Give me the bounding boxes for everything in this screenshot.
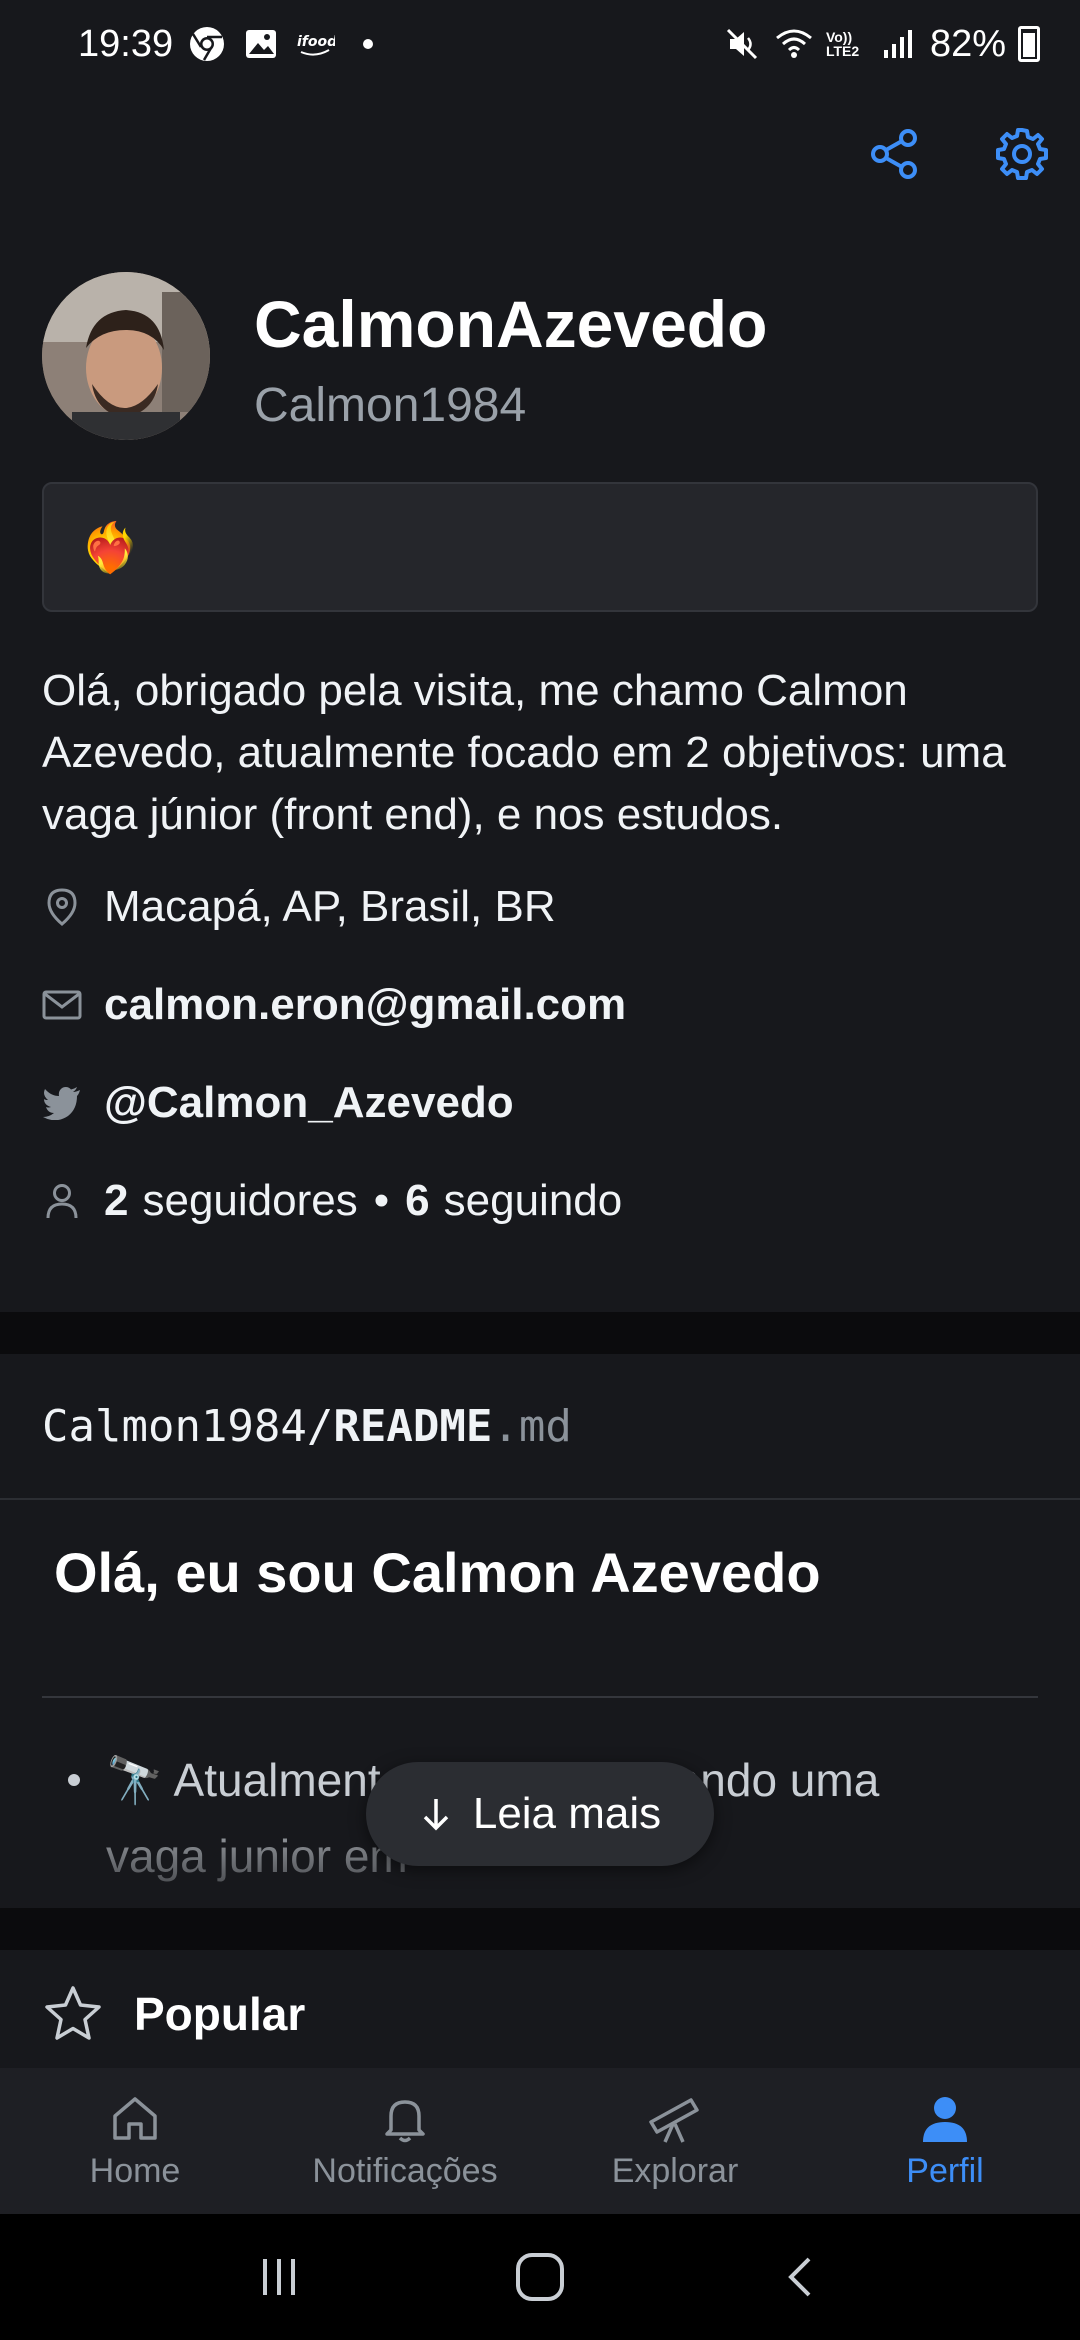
- battery-percent: 82%: [929, 22, 1006, 65]
- email-link[interactable]: calmon.eron@gmail.com: [104, 980, 626, 1030]
- home-icon: [113, 2096, 157, 2140]
- mail-icon: [42, 985, 82, 1025]
- followers-count[interactable]: 2: [104, 1176, 128, 1226]
- person-icon: [923, 2096, 967, 2142]
- nav-explore[interactable]: Explorar: [540, 2068, 810, 2214]
- location-icon: [42, 887, 82, 927]
- profile-actions: [860, 120, 1056, 188]
- nav-notifications[interactable]: Notificações: [270, 2068, 540, 2214]
- ifood-icon: ifood: [297, 34, 335, 56]
- read-more-button[interactable]: Leia mais: [366, 1762, 714, 1866]
- read-more-label: Leia mais: [472, 1789, 662, 1838]
- following-label[interactable]: seguindo: [444, 1176, 623, 1226]
- volte-label: Vo)) LTE2: [825, 29, 860, 59]
- location-text: Macapá, AP, Brasil, BR: [104, 882, 556, 931]
- location-row: Macapá, AP, Brasil, BR: [42, 882, 556, 932]
- share-icon: [871, 129, 917, 179]
- system-nav-bar: [0, 2214, 1080, 2340]
- wifi-icon: [775, 29, 812, 58]
- telescope-icon: [649, 2097, 699, 2143]
- bell-icon: [385, 2099, 425, 2142]
- following-count[interactable]: 6: [405, 1176, 429, 1226]
- gear-icon: [996, 128, 1048, 180]
- star-icon: [45, 1986, 101, 2040]
- screen: 19:39 ifood Vo)) LTE2 82% CalmonAzevedo …: [0, 0, 1080, 2340]
- status-bar: 19:39 ifood Vo)) LTE2 82%: [0, 0, 1080, 88]
- svg-text:ifood: ifood: [297, 34, 335, 50]
- followers-separator: •: [373, 1176, 390, 1225]
- back-icon[interactable]: [777, 2253, 825, 2301]
- nav-profile[interactable]: Perfil: [810, 2068, 1080, 2214]
- popular-section-header: Popular: [42, 1984, 305, 2044]
- nav-home[interactable]: Home: [0, 2068, 270, 2214]
- home-circle-icon[interactable]: [512, 2249, 568, 2305]
- battery-icon: [1018, 26, 1040, 62]
- notification-dot: [363, 39, 374, 49]
- popular-label: Popular: [134, 1988, 306, 2040]
- readme-title: Olá, eu sou Calmon Azevedo: [54, 1541, 821, 1604]
- person-icon: [42, 1181, 82, 1221]
- profile-bio: Olá, obrigado pela visita, me chamo Calm…: [42, 666, 1006, 839]
- bottom-nav: Home Notificações Explorar Perfil: [0, 2068, 1080, 2214]
- status-emoji: ❤️‍🔥: [80, 521, 140, 575]
- bullet: [68, 1774, 80, 1786]
- section-divider: [0, 1312, 1080, 1354]
- settings-button[interactable]: [988, 120, 1056, 188]
- followers-row[interactable]: 2 seguidores • 6 seguindo: [42, 1176, 622, 1226]
- twitter-icon: [42, 1083, 82, 1123]
- status-time: 19:39: [78, 22, 174, 65]
- nav-notifications-label: Notificações: [312, 2151, 498, 2190]
- chrome-icon: [190, 27, 225, 61]
- twitter-link[interactable]: @Calmon_Azevedo: [104, 1078, 514, 1128]
- nav-profile-label: Perfil: [906, 2151, 984, 2190]
- profile-name: CalmonAzevedo: [254, 287, 768, 361]
- readme-file: README: [333, 1400, 493, 1452]
- readme-header[interactable]: Calmon1984/ README .md: [0, 1354, 1080, 1500]
- avatar: [42, 272, 210, 440]
- readme-ext: .md: [492, 1400, 572, 1452]
- readme-divider: [42, 1696, 1038, 1698]
- profile-login: Calmon1984: [254, 379, 527, 432]
- recent-apps-icon[interactable]: [255, 2253, 303, 2301]
- gallery-icon: [246, 30, 277, 58]
- arrow-down-icon: [423, 1799, 449, 1831]
- nav-explore-label: Explorar: [611, 2151, 739, 2190]
- profile-status[interactable]: ❤️‍🔥: [42, 482, 1038, 612]
- share-button[interactable]: [860, 120, 928, 188]
- twitter-row[interactable]: @Calmon_Azevedo: [42, 1078, 514, 1128]
- signal-icon: [883, 30, 912, 58]
- mute-icon: [726, 28, 757, 60]
- nav-home-label: Home: [89, 2151, 181, 2190]
- email-row[interactable]: calmon.eron@gmail.com: [42, 980, 626, 1030]
- section-divider: [0, 1908, 1080, 1950]
- readme-owner: Calmon1984/: [42, 1400, 334, 1452]
- followers-label[interactable]: seguidores: [142, 1176, 357, 1226]
